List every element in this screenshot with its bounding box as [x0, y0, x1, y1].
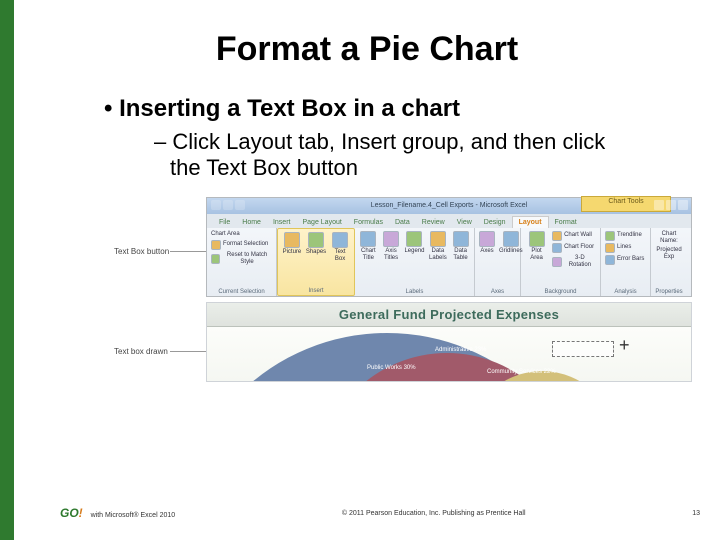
three-d-rotation-icon[interactable]	[552, 257, 562, 267]
slide-number: 13	[692, 510, 700, 517]
maximize-icon[interactable]	[666, 200, 676, 210]
lines-icon[interactable]	[605, 243, 615, 253]
tab-review[interactable]: Review	[416, 217, 451, 228]
tab-view[interactable]: View	[451, 217, 478, 228]
data-table-icon	[453, 231, 469, 247]
callout-textbox-drawn: Text box drawn	[114, 347, 168, 356]
gridlines-button[interactable]: Gridlines	[499, 231, 523, 255]
minimize-icon[interactable]	[654, 200, 664, 210]
format-selection-icon[interactable]	[211, 240, 221, 250]
group-analysis: Trendline Lines Error Bars Analysis	[601, 228, 651, 296]
picture-icon	[284, 232, 300, 248]
legend-icon	[406, 231, 422, 247]
shapes-icon	[308, 232, 324, 248]
group-labels: Chart Title Axis Titles Legend Data Labe…	[355, 228, 475, 296]
axis-titles-icon	[383, 231, 399, 247]
plot-area-button[interactable]: Plot Area	[525, 231, 548, 262]
reset-match-style-icon[interactable]	[211, 254, 220, 264]
group-axes: Axes Gridlines Axes	[475, 228, 521, 296]
picture-button[interactable]: Picture	[282, 232, 302, 256]
callout-textbox-button: Text Box button	[114, 247, 169, 256]
error-bars-icon[interactable]	[605, 255, 615, 265]
ribbon-tabs: File Home Insert Page Layout Formulas Da…	[207, 214, 691, 228]
embedded-screenshot: Text Box button Text box drawn Lesson_Fi…	[114, 197, 694, 387]
cursor-crosshair-icon: +	[619, 335, 630, 356]
group-insert: Picture Shapes Text Box Insert	[277, 228, 355, 296]
bullet-level-1: Inserting a Text Box in a chart	[104, 95, 680, 123]
data-label: Public Works 30%	[367, 365, 416, 372]
window-title-bar: Lesson_Filename.4_Cell Exports - Microso…	[207, 198, 691, 214]
tab-layout[interactable]: Layout	[512, 216, 549, 228]
axes-button[interactable]: Axes	[479, 231, 495, 255]
chart-title-button[interactable]: Chart Title	[359, 231, 378, 262]
group-background: Plot Area Chart Wall Chart Floor 3-D Rot…	[521, 228, 601, 296]
data-labels-button[interactable]: Data Labels	[429, 231, 448, 262]
shapes-button[interactable]: Shapes	[306, 232, 326, 256]
tab-insert[interactable]: Insert	[267, 217, 297, 228]
drawn-text-box[interactable]	[552, 341, 614, 357]
plot-area-icon	[529, 231, 545, 247]
data-label: Administrative 23%	[435, 347, 486, 354]
window-title: Lesson_Filename.4_Cell Exports - Microso…	[371, 202, 527, 209]
data-labels-icon	[430, 231, 446, 247]
tab-data[interactable]: Data	[389, 217, 416, 228]
close-icon[interactable]	[678, 200, 688, 210]
tab-design[interactable]: Design	[478, 217, 512, 228]
chart-body: Public Works 30% Administrative 23% Comm…	[207, 327, 691, 381]
tab-file[interactable]: File	[213, 217, 236, 228]
trendline-icon[interactable]	[605, 231, 615, 241]
chart-name-field[interactable]: Projected Exp	[655, 247, 683, 261]
footer-left: GO! with Microsoft® Excel 2010	[60, 506, 175, 520]
footer-copyright: © 2011 Pearson Education, Inc. Publishin…	[175, 510, 692, 517]
chart-preview: General Fund Projected Expenses Public W…	[206, 302, 692, 382]
qat-redo-icon[interactable]	[235, 200, 245, 210]
excel-ribbon: Lesson_Filename.4_Cell Exports - Microso…	[206, 197, 692, 297]
group-properties: Chart Name: Projected Exp Properties	[651, 228, 687, 296]
text-box-icon	[332, 232, 348, 248]
green-side-bar	[0, 0, 14, 540]
chart-wall-icon[interactable]	[552, 231, 562, 241]
slide-title: Format a Pie Chart	[54, 30, 680, 69]
bullet-level-2: Click Layout tab, Insert group, and then…	[154, 129, 640, 181]
legend-button[interactable]: Legend	[404, 231, 424, 255]
tab-formulas[interactable]: Formulas	[348, 217, 389, 228]
group-current-selection: Chart Area Format Selection Reset to Mat…	[207, 228, 277, 296]
slide-content: Format a Pie Chart Inserting a Text Box …	[14, 0, 720, 540]
window-controls	[654, 200, 688, 210]
qat-save-icon[interactable]	[211, 200, 221, 210]
chart-floor-icon[interactable]	[552, 243, 562, 253]
data-table-button[interactable]: Data Table	[451, 231, 470, 262]
tab-page-layout[interactable]: Page Layout	[296, 217, 347, 228]
go-logo: GO!	[60, 506, 83, 520]
qat-undo-icon[interactable]	[223, 200, 233, 210]
chart-title-icon	[360, 231, 376, 247]
gridlines-icon	[503, 231, 519, 247]
text-box-button[interactable]: Text Box	[330, 232, 350, 263]
axes-icon	[479, 231, 495, 247]
data-label: Community Services 22%	[487, 369, 556, 376]
tab-home[interactable]: Home	[236, 217, 267, 228]
slide-footer: GO! with Microsoft® Excel 2010 © 2011 Pe…	[60, 506, 700, 520]
quick-access-toolbar	[211, 200, 245, 210]
ribbon-body: Chart Area Format Selection Reset to Mat…	[207, 228, 691, 296]
chart-title: General Fund Projected Expenses	[339, 307, 559, 322]
chart-area-selector[interactable]: Chart Area	[211, 231, 240, 238]
chart-title-bar: General Fund Projected Expenses	[207, 303, 691, 327]
axis-titles-button[interactable]: Axis Titles	[382, 231, 401, 262]
tab-format[interactable]: Format	[549, 217, 583, 228]
